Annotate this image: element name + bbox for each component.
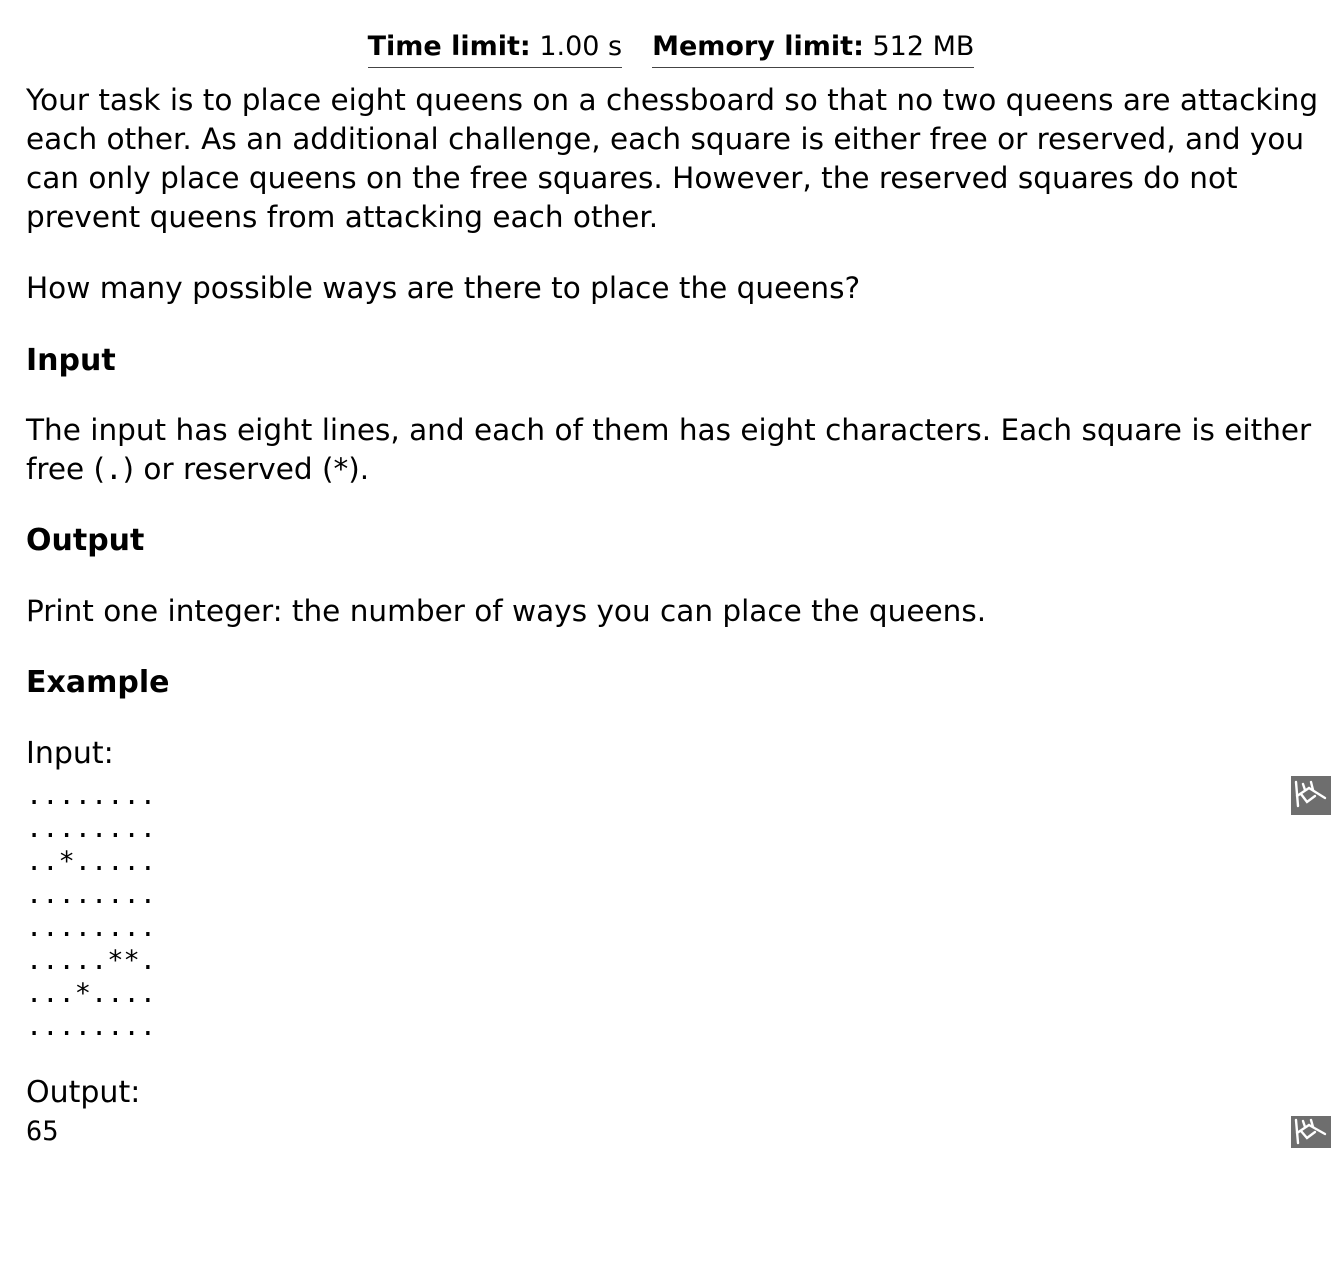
copy-output-button[interactable] xyxy=(1291,1116,1331,1148)
example-output-code[interactable]: 65 xyxy=(26,1115,59,1148)
copy-icon xyxy=(1294,1118,1327,1145)
input-description: The input has eight lines, and each of t… xyxy=(26,411,1336,489)
statement-question: How many possible ways are there to plac… xyxy=(26,271,861,305)
reserved-char: * xyxy=(333,452,349,486)
output-heading: Output xyxy=(26,523,145,558)
output-description: Print one integer: the number of ways yo… xyxy=(26,594,987,628)
copy-input-button[interactable] xyxy=(1291,776,1331,815)
input-desc-text-2: ) or reserved ( xyxy=(122,452,334,486)
free-char: . xyxy=(105,452,123,486)
input-desc-text-3: ). xyxy=(348,452,370,486)
statement-paragraph: Your task is to place eight queens on a … xyxy=(26,83,1319,234)
memory-limit-value: 512 MB xyxy=(872,31,975,62)
time-limit-label: Time limit: xyxy=(367,31,531,62)
example-output-label: Output: xyxy=(26,1075,141,1110)
input-heading: Input xyxy=(26,343,116,378)
copy-icon xyxy=(1294,780,1327,808)
memory-limit: Memory limit: 512 MB xyxy=(652,28,975,68)
limits-bar: Time limit: 1.00 s Memory limit: 512 MB xyxy=(0,28,1342,68)
time-limit-value: 1.00 s xyxy=(539,31,623,62)
example-input-label: Input: xyxy=(26,736,114,771)
memory-limit-label: Memory limit: xyxy=(652,31,864,62)
example-heading: Example xyxy=(26,665,170,700)
example-input-code[interactable]: ........ ........ ..*..... ........ ....… xyxy=(26,779,156,1043)
time-limit: Time limit: 1.00 s xyxy=(367,28,623,68)
